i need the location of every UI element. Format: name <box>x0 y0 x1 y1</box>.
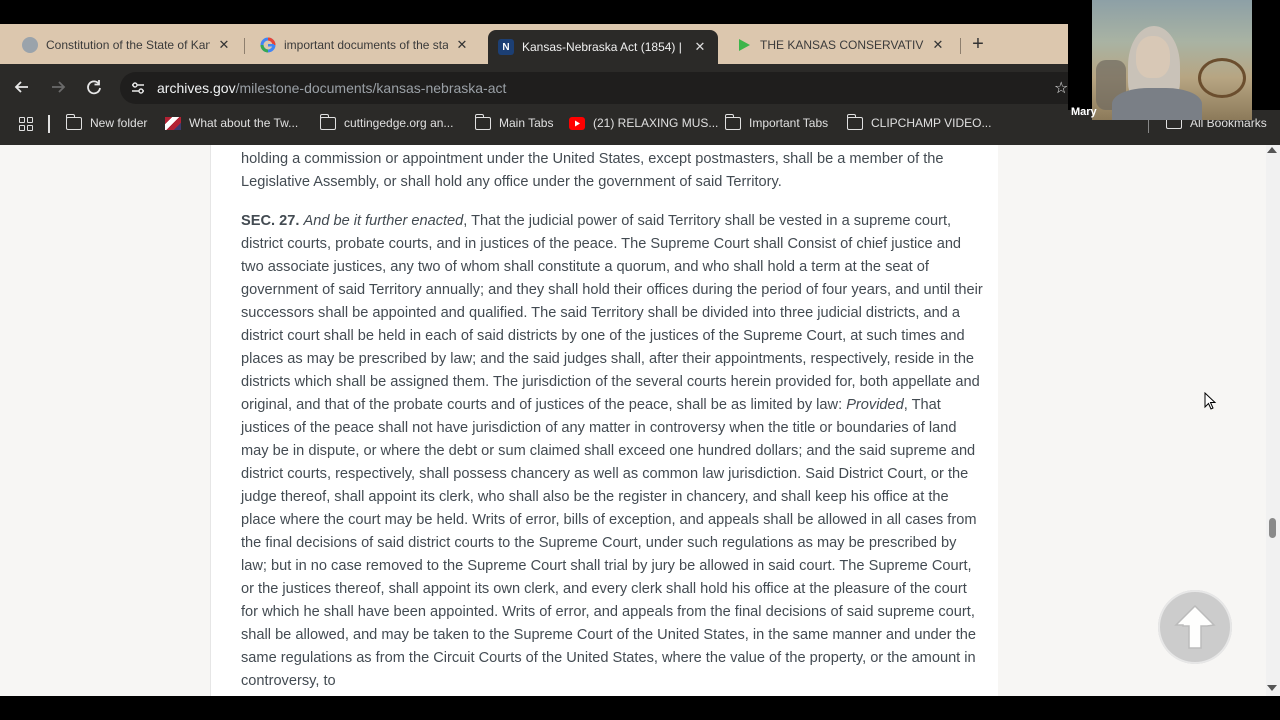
close-icon[interactable]: ✕ <box>930 37 946 53</box>
tab-title: important documents of the sta <box>284 37 448 52</box>
mouse-cursor-icon <box>1204 391 1218 417</box>
archives-n-icon: N <box>498 39 514 55</box>
scroll-up-arrow-icon[interactable] <box>1267 147 1277 153</box>
apps-grid-icon[interactable] <box>19 117 33 131</box>
forward-arrow-icon <box>52 81 66 93</box>
tab-title: THE KANSAS CONSERVATIVE C <box>760 37 924 52</box>
page-scrollbar[interactable] <box>1266 145 1280 696</box>
section-text: , That justices of the peace shall not h… <box>241 397 977 689</box>
new-tab-button[interactable]: + <box>966 33 990 57</box>
section-text: , That the judicial power of said Territ… <box>241 213 983 413</box>
forward-button[interactable] <box>47 76 69 98</box>
screen-top-bar <box>0 0 1280 24</box>
site-settings-icon[interactable] <box>130 80 146 96</box>
url-host: archives.gov <box>157 80 236 96</box>
back-button[interactable] <box>11 76 33 98</box>
scrollbar-thumb[interactable] <box>1269 518 1276 538</box>
webcam-video <box>1092 0 1252 120</box>
proviso-word: Provided <box>846 397 904 413</box>
close-icon[interactable]: ✕ <box>454 37 470 53</box>
google-icon <box>260 37 276 53</box>
tab-title: Kansas-Nebraska Act (1854) | N <box>522 40 686 54</box>
bookmarks-bar-bg <box>0 110 1280 145</box>
enacting-clause: And be it further enacted <box>303 213 464 229</box>
presenter-face <box>1136 36 1170 78</box>
close-icon[interactable]: ✕ <box>216 37 232 53</box>
tab-important-documents[interactable]: important documents of the sta ✕ <box>250 30 480 59</box>
back-to-top-button[interactable] <box>1158 590 1232 664</box>
tab-separator <box>960 38 961 54</box>
tab-separator <box>244 38 245 54</box>
screen-bottom-bar <box>0 696 1280 720</box>
url-path: /milestone-documents/kansas-nebraska-act <box>235 80 507 96</box>
bookmark-star-icon[interactable]: ☆ <box>1054 78 1068 98</box>
wagon-wheel <box>1198 58 1246 98</box>
document-section-27: SEC. 27. And be it further enacted, That… <box>241 210 986 693</box>
reload-button[interactable] <box>83 76 105 98</box>
url-text[interactable]: archives.gov/milestone-documents/kansas-… <box>157 80 506 96</box>
tab-kansas-conservative[interactable]: THE KANSAS CONSERVATIVE C ✕ <box>726 30 956 59</box>
play-icon <box>736 37 752 53</box>
back-arrow-icon <box>14 81 28 93</box>
tab-strip: Constitution of the State of Kan ✕ impor… <box>0 24 1068 64</box>
globe-icon <box>22 36 38 53</box>
reload-icon <box>87 80 101 95</box>
section-number: SEC. 27. <box>241 213 300 229</box>
tab-title: Constitution of the State of Kan <box>46 37 210 52</box>
arrow-up-icon <box>1174 604 1216 649</box>
tab-constitution[interactable]: Constitution of the State of Kan ✕ <box>12 30 242 59</box>
scroll-down-arrow-icon[interactable] <box>1267 685 1277 691</box>
tab-kansas-nebraska-act[interactable]: N Kansas-Nebraska Act (1854) | N ✕ <box>488 30 718 64</box>
close-icon[interactable]: ✕ <box>692 39 708 55</box>
paragraph-text: holding a commission or appointment unde… <box>241 151 944 190</box>
